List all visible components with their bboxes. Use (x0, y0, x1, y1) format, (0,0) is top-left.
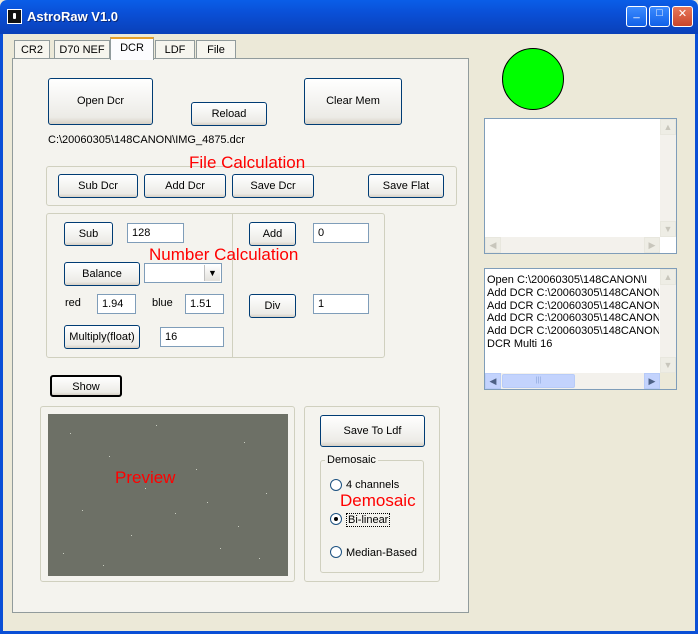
close-button[interactable]: ✕ (672, 6, 693, 27)
preview-image: Preview (48, 414, 288, 576)
red-value-input[interactable]: 1.94 (97, 294, 136, 314)
minimize-button[interactable]: _ (626, 6, 647, 27)
demosaic-label: Demosaic (340, 491, 416, 510)
log-line: DCR Multi 16 (487, 337, 553, 350)
tab-ldf[interactable]: LDF (155, 40, 195, 59)
add-value-input[interactable]: 0 (313, 223, 369, 243)
title-bar: AstroRaw V1.0 _ □ ✕ (0, 0, 698, 34)
log-listbox[interactable]: Open C:\20060305\148CANON\I Add DCR C:\2… (484, 268, 677, 390)
save-flat-button[interactable]: Save Flat (368, 174, 444, 198)
close-icon: ✕ (677, 8, 688, 20)
file-path: C:\20060305\148CANON\IMG_4875.dcr (48, 134, 245, 146)
tab-file[interactable]: File (196, 40, 236, 59)
app-icon (7, 9, 22, 24)
radio-4-channels-label: 4 channels (346, 479, 400, 491)
radio-4-channels[interactable] (330, 479, 342, 491)
add-dcr-button[interactable]: Add Dcr (144, 174, 226, 198)
save-to-ldf-button[interactable]: Save To Ldf (320, 415, 425, 447)
log-line: Add DCR C:\20060305\148CANON (487, 286, 659, 299)
sub-dcr-button[interactable]: Sub Dcr (58, 174, 138, 198)
tab-d70-nef[interactable]: D70 NEF (54, 40, 110, 59)
balance-select[interactable]: ▼ (144, 263, 222, 283)
radio-median-based[interactable] (330, 546, 342, 558)
demosaic-group-title: Demosaic (325, 454, 378, 466)
scroll-right-icon[interactable]: ▶ (644, 373, 660, 389)
scroll-down-icon[interactable]: ▼ (660, 221, 676, 237)
radio-median-based-label: Median-Based (346, 547, 417, 559)
blue-label: blue (152, 297, 173, 309)
info-listbox[interactable]: ▲ ▼ ◀ ▶ (484, 118, 677, 254)
log-lines: Open C:\20060305\148CANON\I Add DCR C:\2… (487, 274, 659, 351)
balance-button[interactable]: Balance (64, 262, 140, 286)
red-label: red (65, 297, 81, 309)
scroll-corner (660, 373, 676, 389)
clear-mem-button[interactable]: Clear Mem (304, 78, 402, 125)
log-horizontal-scrollbar[interactable]: ◀ ||| ▶ (485, 373, 660, 389)
radio-bilinear-label: Bi-linear (346, 513, 391, 527)
vertical-scrollbar[interactable]: ▲ ▼ (660, 119, 676, 237)
sub-button[interactable]: Sub (64, 222, 113, 246)
add-button[interactable]: Add (249, 222, 296, 246)
open-dcr-button[interactable]: Open Dcr (48, 78, 153, 125)
scroll-up-icon[interactable]: ▲ (660, 269, 676, 285)
scroll-down-icon[interactable]: ▼ (660, 357, 676, 373)
sub-value-input[interactable]: 128 (127, 223, 184, 243)
multiply-value-input[interactable]: 16 (160, 327, 224, 347)
multiply-button[interactable]: Multiply(float) (64, 325, 140, 349)
radio-bilinear[interactable] (330, 513, 342, 525)
log-line: Add DCR C:\20060305\148CANON (487, 325, 659, 338)
div-value-input[interactable]: 1 (313, 294, 369, 314)
chevron-down-icon[interactable]: ▼ (204, 265, 220, 281)
log-scroll-thumb[interactable]: ||| (502, 374, 575, 388)
horizontal-scrollbar[interactable]: ◀ ▶ (485, 237, 660, 253)
log-vertical-scrollbar[interactable]: ▲ ▼ (660, 269, 676, 373)
show-button[interactable]: Show (50, 375, 122, 397)
minimize-icon: _ (633, 7, 640, 19)
reload-button[interactable]: Reload (191, 102, 267, 126)
maximize-button[interactable]: □ (649, 6, 670, 27)
log-line: Add DCR C:\20060305\148CANON (487, 299, 659, 312)
group-divider (232, 213, 233, 358)
scroll-left-icon[interactable]: ◀ (485, 237, 501, 253)
preview-label: Preview (115, 468, 176, 487)
tab-cr2[interactable]: CR2 (14, 40, 50, 59)
log-line: Open C:\20060305\148CANON\I (487, 274, 648, 286)
blue-value-input[interactable]: 1.51 (185, 294, 224, 314)
save-dcr-button[interactable]: Save Dcr (232, 174, 314, 198)
number-calculation-label: Number Calculation (149, 245, 299, 264)
div-button[interactable]: Div (249, 294, 296, 318)
scroll-up-icon[interactable]: ▲ (660, 119, 676, 135)
maximize-icon: □ (656, 7, 663, 19)
log-line: Add DCR C:\20060305\148CANON (487, 312, 659, 325)
scroll-right-icon[interactable]: ▶ (644, 237, 660, 253)
window-title: AstroRaw V1.0 (27, 9, 119, 24)
file-calculation-label: File Calculation (189, 153, 306, 172)
status-indicator (502, 48, 564, 110)
scroll-left-icon[interactable]: ◀ (485, 373, 501, 389)
tab-dcr[interactable]: DCR (110, 37, 154, 60)
